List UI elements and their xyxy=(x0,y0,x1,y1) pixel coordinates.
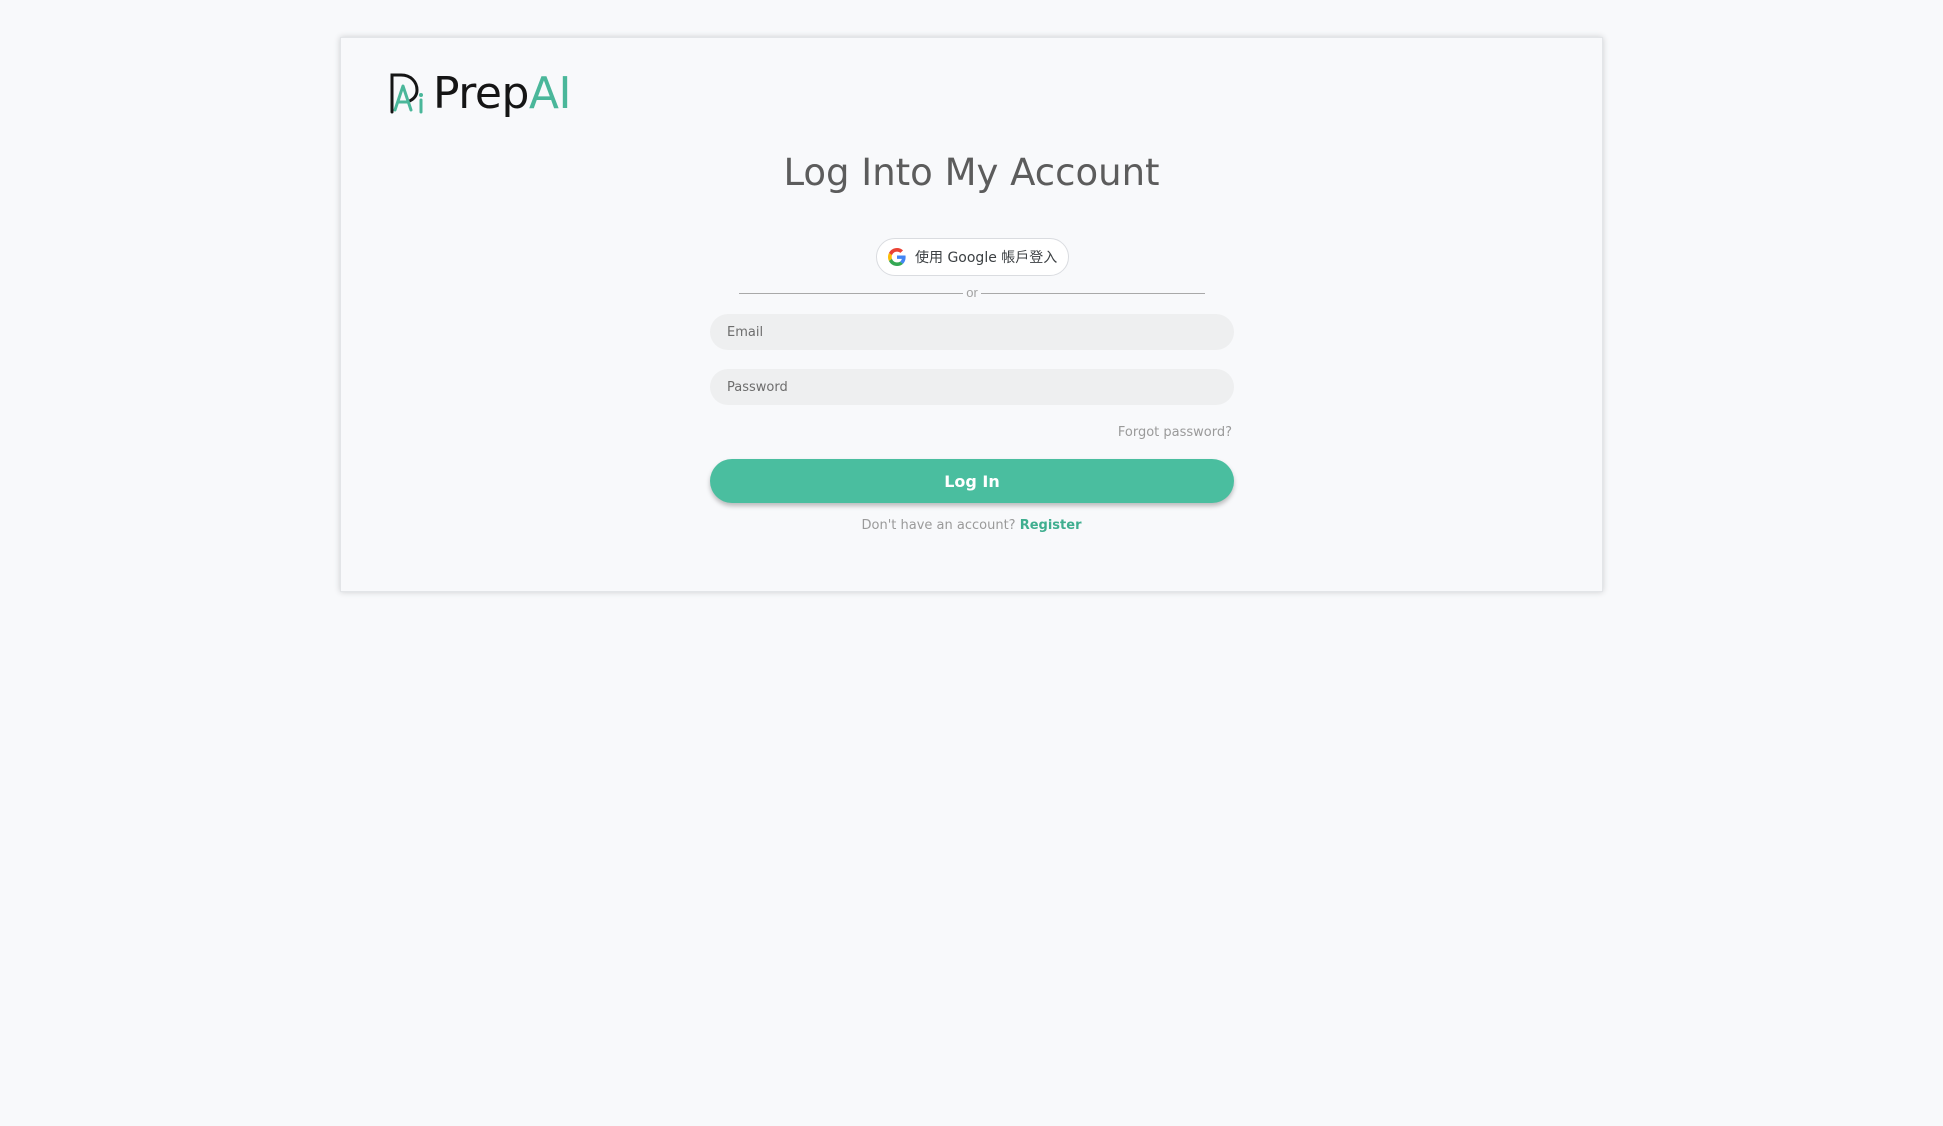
brand-name: PrepAI xyxy=(433,70,571,118)
divider-line-right xyxy=(980,292,1205,294)
brand-name-prep: Prep xyxy=(433,68,529,119)
login-card: PrepAI Log Into My Account 使用 Google 帳戶登… xyxy=(340,37,1603,592)
google-g-icon xyxy=(888,248,906,266)
forgot-password-link[interactable]: Forgot password? xyxy=(1118,425,1232,440)
google-signin-button[interactable]: 使用 Google 帳戶登入 xyxy=(876,238,1069,276)
prepai-logo-icon xyxy=(390,73,423,114)
brand-name-ai: AI xyxy=(528,68,572,119)
divider-or-text: or xyxy=(966,285,978,300)
page-title: Log Into My Account xyxy=(783,151,1160,194)
register-prompt-text: Don't have an account? xyxy=(861,518,1016,533)
password-input[interactable] xyxy=(710,369,1234,405)
login-button[interactable]: Log In xyxy=(710,459,1234,503)
email-input[interactable] xyxy=(710,314,1234,350)
google-signin-label: 使用 Google 帳戶登入 xyxy=(915,250,1058,266)
or-divider: or xyxy=(739,285,1205,301)
register-prompt: Don't have an account? Register xyxy=(341,518,1602,533)
register-link[interactable]: Register xyxy=(1020,518,1082,533)
divider-line-left xyxy=(739,292,964,294)
brand-logo[interactable]: PrepAI xyxy=(389,70,571,118)
